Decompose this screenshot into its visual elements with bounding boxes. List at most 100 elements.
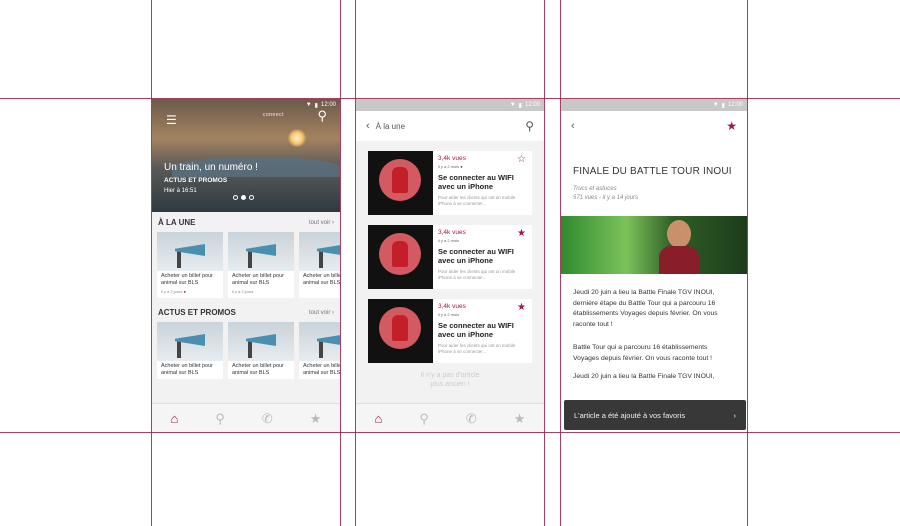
battery-icon: ▮: [721, 102, 725, 109]
unread-dot-icon: ●: [183, 289, 186, 294]
view-count: 3,4k vues: [438, 229, 466, 236]
article-stats: 571 vues - il y a 14 jours: [573, 195, 639, 201]
battery-icon: ▮: [518, 102, 522, 109]
article-age: il y a 2 mois: [438, 312, 460, 317]
hero-title: Un train, un numéro !: [164, 162, 258, 173]
top-bar: ‹ ★: [561, 111, 747, 141]
home-icon[interactable]: ⌂: [375, 411, 383, 426]
article-card[interactable]: Acheter un billet pour animal sur BLS: [228, 322, 294, 379]
article-info: 3,4k vues il y a 2 mois Se connecter au …: [433, 225, 532, 289]
article-info: 3,4k vues il y a 2 mois Se connecter au …: [433, 299, 532, 363]
card-title: Acheter un billet pour animal sur BLS: [161, 363, 213, 376]
megaphone-image: [157, 232, 223, 271]
status-bar: ▼ ▮ 12:00: [561, 99, 747, 111]
guide-line: [355, 0, 356, 526]
back-icon[interactable]: ‹: [571, 120, 575, 132]
search-icon[interactable]: ⚲: [419, 411, 429, 427]
status-bar: ▼ ▮ 12:00: [152, 99, 340, 111]
back-icon[interactable]: ‹: [366, 120, 370, 132]
guide-line: [560, 0, 561, 526]
article-age-text: il y a 2 mois: [438, 164, 460, 169]
article-title: Se connecter au WIFI avec un iPhone: [438, 321, 514, 339]
view-count: 3,4k vues: [438, 155, 466, 162]
article-info: 3,4k vues il y a 2 mois ● Se connecter a…: [433, 151, 532, 215]
screen-article-detail: ▼ ▮ 12:00 ‹ ★ FINALE DU BATTLE TOUR INOUI …: [561, 99, 747, 433]
star-icon[interactable]: ★: [310, 411, 322, 427]
menu-icon[interactable]: ☰: [166, 113, 177, 127]
empty-message-line: plus ancien !: [430, 381, 470, 388]
card-title: Acheter un billet pour animal sur BLS: [303, 363, 340, 376]
star-icon[interactable]: ★: [514, 411, 526, 427]
hero-date: Hier à 16:51: [164, 188, 197, 194]
chevron-right-icon[interactable]: ›: [734, 411, 737, 420]
search-icon[interactable]: ⚲: [317, 108, 327, 124]
article-excerpt: Pour aider les clients qui ont un mobile…: [438, 269, 516, 280]
article-photo: [561, 216, 747, 274]
article-paragraph: Battle Tour qui a parcouru 16 établissem…: [573, 344, 713, 362]
status-time: 12:00: [727, 102, 743, 108]
search-icon[interactable]: ⚲: [215, 411, 225, 427]
star-icon[interactable]: ★: [517, 228, 526, 239]
star-icon[interactable]: ★: [726, 119, 737, 133]
tab-bar: ⌂ ⚲ ✆ ★: [152, 403, 340, 433]
article-item[interactable]: 3,4k vues il y a 2 mois ● Se connecter a…: [368, 151, 532, 215]
card-title: Acheter un billet pour animal sur BLS: [232, 273, 284, 286]
card-row: Acheter un billet pour animal sur BLS il …: [152, 232, 340, 298]
guide-line: [151, 0, 152, 526]
see-all-link[interactable]: tout voir ›: [309, 310, 334, 316]
article-item[interactable]: 3,4k vues il y a 2 mois Se connecter au …: [368, 225, 532, 289]
card-date: il y a 2 jours ●: [157, 289, 223, 298]
home-icon[interactable]: ⌂: [171, 411, 179, 426]
article-card[interactable]: Acheter un billet pour animal sur BLS: [299, 232, 340, 298]
carousel-dot[interactable]: [241, 195, 246, 200]
guide-line: [544, 0, 545, 526]
megaphone-image: [228, 232, 294, 271]
card-title: Acheter un billet pour animal sur BLS: [303, 273, 340, 286]
tab-bar: ⌂ ⚲ ✆ ★: [356, 403, 544, 433]
article-item[interactable]: 3,4k vues il y a 2 mois Se connecter au …: [368, 299, 532, 363]
article-card[interactable]: Acheter un billet pour animal sur BLS: [299, 322, 340, 379]
star-icon[interactable]: ★: [517, 302, 526, 313]
toast-message: L'article a été ajouté à vos favoris: [574, 410, 686, 420]
screen-a-la-une: ▼ ▮ 12:00 ‹ À la une ⚲ 3,4k vues il y a 2 …: [356, 99, 544, 433]
article-thumbnail: [368, 225, 433, 289]
card-date: il y a 2 jours: [232, 289, 254, 294]
guide-line: [340, 0, 341, 526]
article-card[interactable]: Acheter un billet pour animal sur BLS: [157, 322, 223, 379]
article-title: Se connecter au WIFI avec un iPhone: [438, 173, 514, 191]
wifi-icon: ▼: [305, 102, 312, 108]
view-count: 3,4k vues: [438, 303, 466, 310]
article-thumbnail: [368, 299, 433, 363]
article-category: Trucs et astuces: [573, 186, 617, 192]
card-age: il y a 2 jours: [161, 289, 183, 294]
section-title: ACTUS ET PROMOS: [158, 308, 236, 317]
article-meta: Trucs et astuces 571 vues - il y a 14 jo…: [573, 185, 735, 203]
megaphone-image: [157, 322, 223, 361]
carousel-dots[interactable]: [233, 195, 254, 200]
article-excerpt: Pour aider les clients qui ont un mobile…: [438, 343, 516, 354]
hero-banner[interactable]: ▼ ▮ 12:00 ☰ connect ⚲ Un train, un numéro …: [152, 99, 340, 212]
section-header: À LA UNE tout voir ›: [152, 212, 340, 232]
article-paragraph: Jeudi 20 juin a lieu la Battle Finale TG…: [573, 373, 715, 380]
see-all-link[interactable]: tout voir ›: [309, 220, 334, 226]
section-title: À LA UNE: [158, 218, 196, 227]
phone-icon[interactable]: ✆: [466, 411, 477, 427]
article-thumbnail: [368, 151, 433, 215]
carousel-dot[interactable]: [233, 195, 238, 200]
megaphone-image: [228, 322, 294, 361]
article-card[interactable]: Acheter un billet pour animal sur BLS il …: [157, 232, 223, 298]
phone-icon[interactable]: ✆: [262, 411, 273, 427]
carousel-dot[interactable]: [249, 195, 254, 200]
guide-line: [0, 432, 900, 433]
guide-line: [747, 0, 748, 526]
search-icon[interactable]: ⚲: [525, 119, 534, 133]
favorite-toast[interactable]: L'article a été ajouté à vos favoris ›: [564, 400, 746, 430]
guide-line: [0, 98, 900, 99]
card-title: Acheter un billet pour animal sur BLS: [161, 273, 213, 286]
article-age: il y a 2 mois: [438, 238, 460, 243]
article-paragraph: Jeudi 20 juin a lieu la Battle Finale TG…: [573, 289, 718, 328]
article-card[interactable]: Acheter un billet pour animal sur BLS il …: [228, 232, 294, 298]
section-header: ACTUS ET PROMOS tout voir ›: [152, 298, 340, 322]
screen-home: ▼ ▮ 12:00 ☰ connect ⚲ Un train, un numéro …: [152, 99, 340, 433]
star-outline-icon[interactable]: ☆: [517, 154, 526, 165]
